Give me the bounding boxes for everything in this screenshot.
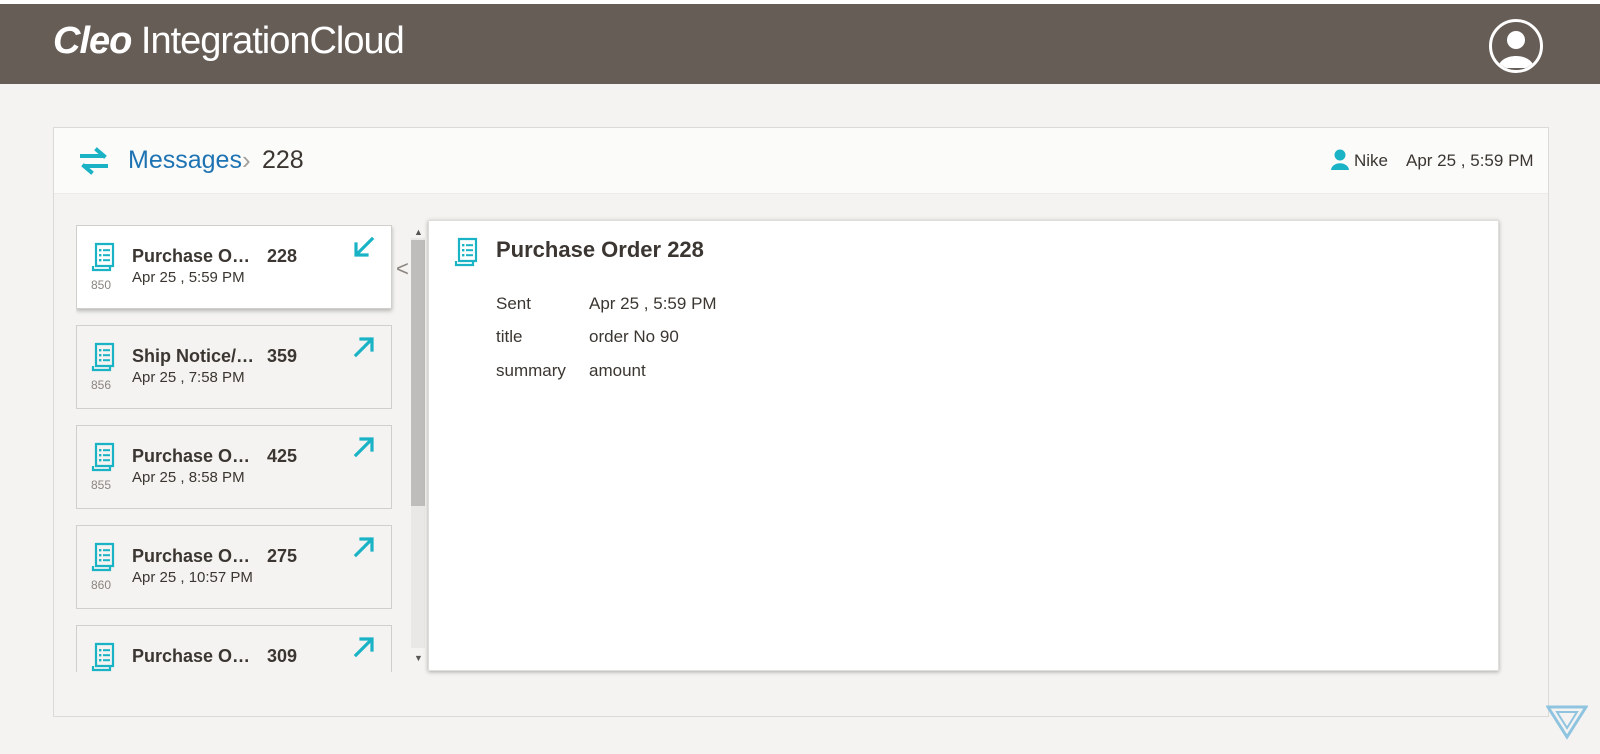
message-date: Apr 25 , 5:59 PM [132, 269, 245, 286]
document-list-icon [91, 342, 115, 372]
doc-type-code: 850 [91, 278, 112, 292]
message-list: 850 Purchase Order 228 Apr 25 , 5:59 PM 856 S… [76, 225, 396, 672]
message-title: Purchase Order [132, 446, 257, 466]
message-detail: Purchase Order 228 Sent Apr 25 , 5:59 PM… [428, 220, 1499, 671]
message-number: 359 [267, 346, 298, 366]
field-label: summary [496, 361, 566, 380]
message-title: Purchase Order [132, 546, 257, 566]
arrow-up-right-icon [353, 337, 374, 358]
field-label: title [496, 327, 523, 346]
document-list-icon [91, 642, 115, 672]
message-date: Apr 25 , 10:57 PM [132, 569, 253, 586]
header-timestamp: Apr 25 , 5:59 PM [1406, 151, 1534, 170]
message-card[interactable]: Purchase Order 309 [76, 625, 392, 672]
arrow-up-right-icon [353, 537, 374, 558]
message-date: Apr 25 , 7:58 PM [132, 369, 245, 386]
panel-header: Messages › 228 Nike Apr 25 , 5:59 PM [54, 128, 1548, 194]
document-list-icon [91, 242, 115, 272]
message-number: 425 [267, 446, 298, 466]
breadcrumb-messages-link[interactable]: Messages [128, 146, 242, 175]
message-title: Purchase Order [132, 246, 257, 266]
detail-title: Purchase Order 228 [496, 237, 704, 262]
scroll-down-arrow-icon[interactable]: ▼ [414, 653, 423, 663]
field-value: Apr 25 , 5:59 PM [589, 294, 717, 313]
collapse-list-chevron-icon[interactable]: < [396, 256, 409, 282]
field-value: amount [589, 361, 646, 380]
partner-name: Nike [1354, 151, 1389, 170]
app-logo[interactable]: Cleo IntegrationCloud [53, 20, 405, 63]
message-date: Apr 25 , 8:58 PM [132, 469, 245, 486]
breadcrumb-separator: › [242, 145, 251, 175]
user-profile-button[interactable] [1489, 19, 1543, 73]
message-title: Ship Notice/Manifest [132, 346, 257, 366]
message-card[interactable]: 860 Purchase Order 275 Apr 25 , 10:57 PM [76, 525, 392, 609]
scrollbar-thumb[interactable] [411, 240, 425, 506]
breadcrumb-current: 228 [262, 146, 304, 174]
scroll-up-arrow-icon[interactable]: ▲ [414, 227, 423, 237]
app-header: Cleo IntegrationCloud [0, 4, 1600, 84]
message-number: 228 [267, 246, 298, 266]
message-card[interactable]: 856 Ship Notice/Manifest 359 Apr 25 , 7:58 … [76, 325, 392, 409]
document-list-icon [91, 542, 115, 572]
message-title: Purchase Order [132, 646, 257, 666]
swap-arrows-icon [80, 147, 108, 175]
logo-bold-text: Cleo [53, 20, 132, 62]
message-card[interactable]: 850 Purchase Order 228 Apr 25 , 5:59 PM [76, 225, 392, 309]
corner-logo-icon [1546, 705, 1588, 740]
doc-type-code: 860 [91, 578, 112, 592]
arrow-up-right-icon [353, 637, 374, 658]
person-icon [1331, 149, 1349, 170]
arrow-up-right-icon [353, 437, 374, 458]
message-number: 309 [267, 646, 298, 666]
document-list-icon [91, 442, 115, 472]
field-label: Sent [496, 294, 531, 313]
message-card[interactable]: 855 Purchase Order 425 Apr 25 , 8:58 PM [76, 425, 392, 509]
arrow-down-left-icon [354, 236, 375, 257]
message-number: 275 [267, 546, 298, 566]
document-list-icon [454, 237, 478, 267]
doc-type-code: 855 [91, 478, 112, 492]
user-circle-icon [1498, 31, 1534, 68]
messages-panel: Messages › 228 Nike Apr 25 , 5:59 PM 850… [53, 127, 1549, 717]
field-value: order No 90 [589, 327, 679, 346]
doc-type-code: 856 [91, 378, 112, 392]
logo-rest-text: IntegrationCloud [131, 20, 405, 62]
